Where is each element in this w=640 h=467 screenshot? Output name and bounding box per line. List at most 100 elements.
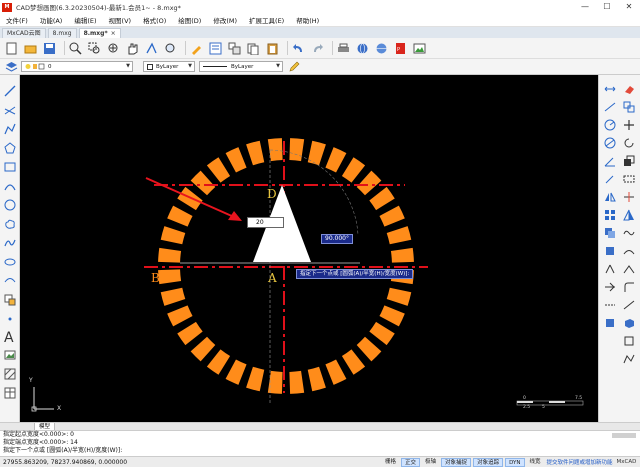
move-tool[interactable]	[621, 117, 637, 133]
rotate-tool[interactable]	[621, 135, 637, 151]
paste-button[interactable]	[265, 41, 280, 56]
insert-block-tool[interactable]	[2, 292, 18, 308]
zoom-extents-button[interactable]	[106, 41, 121, 56]
revcloud-tool[interactable]	[2, 216, 18, 232]
feedback-link[interactable]: 提交软件问题或增加新功能	[547, 458, 613, 466]
arc-tool[interactable]	[2, 178, 18, 194]
color-select[interactable]: ByLayer ▼	[143, 61, 195, 72]
menu-extend-tools[interactable]: 扩展工具(E)	[243, 15, 290, 25]
command-window-resize-handle[interactable]	[612, 433, 636, 438]
curve-tool[interactable]	[621, 225, 637, 241]
copy-clip-button[interactable]	[246, 41, 261, 56]
undo-button[interactable]	[291, 41, 306, 56]
array-tool[interactable]	[602, 207, 618, 223]
line-tool[interactable]	[2, 83, 18, 99]
redo-button[interactable]	[310, 41, 325, 56]
explode-tool[interactable]	[602, 261, 618, 277]
export-pdf-button[interactable]: P	[393, 41, 408, 56]
save-button[interactable]	[42, 41, 57, 56]
diameter-dimension-tool[interactable]	[602, 135, 618, 151]
tab-8-mxg-modified[interactable]: 8.mxg* ×	[78, 28, 121, 38]
stretch-tool[interactable]	[621, 171, 637, 187]
leader-tool[interactable]	[602, 171, 618, 187]
offset-tool[interactable]	[602, 225, 618, 241]
new-file-button[interactable]	[4, 41, 19, 56]
zoom-window-button[interactable]	[87, 41, 102, 56]
menu-function[interactable]: 功能(A)	[34, 15, 69, 25]
lengthen-tool[interactable]	[602, 297, 618, 313]
print-button[interactable]	[336, 41, 351, 56]
block-button[interactable]	[227, 41, 242, 56]
maximize-button[interactable]: ☐	[596, 0, 618, 14]
polyline-tool[interactable]	[2, 121, 18, 137]
3d-box-tool[interactable]	[621, 315, 637, 331]
menu-draw[interactable]: 绘图(D)	[172, 15, 207, 25]
ellipse-arc-tool[interactable]	[2, 273, 18, 289]
layer-select[interactable]: 0 ▼	[21, 61, 133, 72]
open-file-button[interactable]	[23, 41, 38, 56]
polygon-tool[interactable]	[2, 140, 18, 156]
menu-file[interactable]: 文件(F)	[0, 15, 34, 25]
object-tracking-toggle[interactable]: 对象追踪	[473, 457, 504, 467]
image-button[interactable]	[412, 41, 427, 56]
text-tool[interactable]: A	[2, 328, 18, 344]
grid-toggle[interactable]: 栅格	[382, 458, 399, 467]
layer-manager-button[interactable]	[4, 59, 19, 74]
web-button[interactable]	[374, 41, 389, 56]
minimize-button[interactable]: —	[574, 0, 596, 14]
mirror-tool[interactable]	[602, 189, 618, 205]
chamfer-tool[interactable]	[602, 279, 618, 295]
table-tool[interactable]	[2, 385, 18, 401]
point-tool[interactable]	[2, 311, 18, 327]
zoom-realtime-button[interactable]	[68, 41, 83, 56]
circle-tool[interactable]	[2, 197, 18, 213]
properties-button[interactable]	[208, 41, 223, 56]
dyn-toggle[interactable]: DYN	[505, 457, 525, 467]
aligned-dimension-tool[interactable]	[602, 99, 618, 115]
tab-mxcad-cloud[interactable]: MxCAD云图	[2, 28, 46, 38]
match-properties-button[interactable]	[189, 41, 204, 56]
divide-tool[interactable]	[621, 297, 637, 313]
dynamic-input-field[interactable]: 20	[247, 217, 284, 228]
drawing-canvas[interactable]: D B A 20 90.000° 指定下一个点或 [圆弧(A)/半宽(H)/宽度…	[20, 75, 598, 422]
measure-button[interactable]	[144, 41, 159, 56]
align-tool[interactable]	[602, 315, 618, 331]
command-window[interactable]: 指定起点宽度<0.000>: 0 指定端点宽度<0.000>: 14 指定下一个…	[0, 430, 640, 456]
tab-8-mxg[interactable]: 8.mxg	[47, 28, 77, 38]
angular-dimension-tool[interactable]	[602, 153, 618, 169]
join-tool[interactable]	[621, 261, 637, 277]
polyline-edit-tool[interactable]	[621, 351, 637, 367]
menu-edit[interactable]: 编辑(E)	[68, 15, 102, 25]
find-button[interactable]	[163, 41, 178, 56]
pan-button[interactable]	[125, 41, 140, 56]
command-prompt-line[interactable]: 指定下一个点或 [圆弧(A)/半宽(H)/宽度(W)]:	[0, 447, 640, 455]
object-snap-toggle[interactable]: 对象捕捉	[441, 457, 472, 467]
ellipse-tool[interactable]	[2, 254, 18, 270]
menu-view[interactable]: 视图(V)	[103, 15, 138, 25]
fillet-tool[interactable]	[621, 279, 637, 295]
menu-help[interactable]: 帮助(H)	[290, 15, 325, 25]
close-button[interactable]: ✕	[618, 0, 640, 14]
tab-close-icon[interactable]: ×	[111, 30, 116, 37]
region-tool[interactable]	[621, 333, 637, 349]
menu-format[interactable]: 格式(O)	[137, 15, 172, 25]
radius-dimension-tool[interactable]	[602, 117, 618, 133]
rectangle-tool[interactable]	[2, 159, 18, 175]
lineweight-toggle[interactable]: 线宽	[527, 458, 544, 467]
linetype-pencil-button[interactable]	[287, 59, 302, 74]
scale-tool[interactable]	[621, 153, 637, 169]
break-tool[interactable]	[602, 243, 618, 259]
dimension-tool[interactable]	[602, 81, 618, 97]
image-insert-tool[interactable]	[2, 347, 18, 363]
hatch-tool[interactable]	[2, 366, 18, 382]
spline-tool[interactable]	[2, 235, 18, 251]
linetype-select[interactable]: ByLayer ▼	[199, 61, 283, 72]
extend-tool[interactable]	[621, 243, 637, 259]
mirror-triangle-tool[interactable]	[621, 207, 637, 223]
copy-tool[interactable]	[621, 99, 637, 115]
trim-tool[interactable]	[621, 189, 637, 205]
polar-toggle[interactable]: 极轴	[422, 458, 439, 467]
menu-modify[interactable]: 修改(M)	[207, 15, 243, 25]
erase-tool[interactable]	[621, 81, 637, 97]
construction-line-tool[interactable]	[2, 102, 18, 118]
